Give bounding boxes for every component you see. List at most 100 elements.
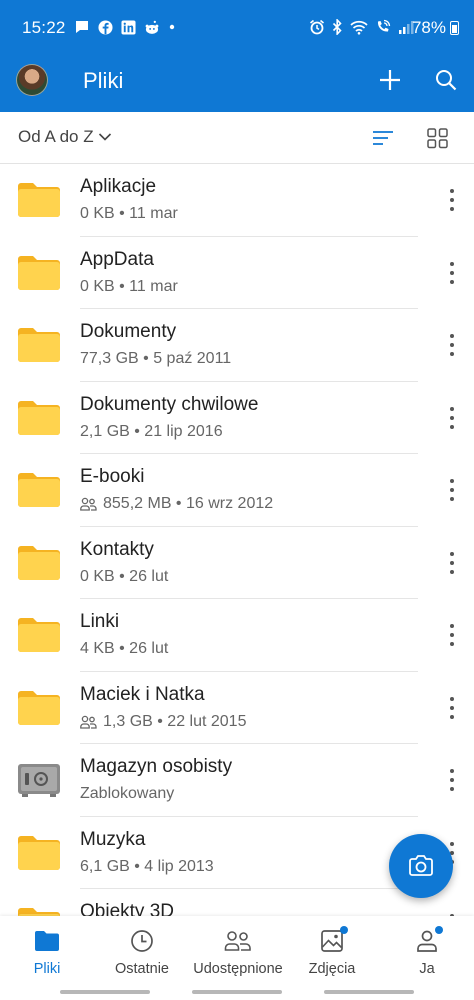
more-dot bbox=[450, 633, 454, 637]
file-meta: Zablokowany bbox=[80, 785, 418, 803]
list-item[interactable]: Aplikacje 0 KB • 11 mar bbox=[0, 164, 474, 237]
file-name: Kontakty bbox=[80, 538, 154, 560]
gesture-bar bbox=[192, 990, 282, 994]
chat-icon bbox=[76, 21, 88, 33]
list-view-icon bbox=[373, 131, 393, 145]
app-bar: Pliki bbox=[0, 56, 474, 112]
folder-icon bbox=[18, 835, 60, 870]
file-meta-text: 0 KB • 26 lut bbox=[80, 567, 169, 585]
reddit-icon bbox=[145, 20, 159, 34]
status-battery-percent: 78% bbox=[411, 18, 446, 37]
list-item[interactable]: Dokumenty chwilowe 2,1 GB • 21 lip 2016 bbox=[0, 382, 474, 454]
header: 15:22 78% Pliki bbox=[0, 0, 474, 112]
facebook-icon bbox=[98, 19, 113, 35]
nav-label: Zdjęcia bbox=[308, 961, 356, 977]
file-text: E-booki 855,2 MB • 16 wrz 2012 bbox=[80, 466, 418, 527]
more-options-button[interactable] bbox=[444, 621, 460, 649]
screen: 15:22 78% Pliki Od A do Z Aplikacje 0 KB… bbox=[0, 0, 474, 1000]
more-dot bbox=[450, 479, 454, 483]
file-meta-text: 77,3 GB • 5 paź 2011 bbox=[80, 350, 232, 367]
nav-zdjecia[interactable]: Zdjęcia bbox=[302, 916, 362, 986]
more-dot bbox=[450, 841, 454, 846]
clock-icon bbox=[131, 930, 153, 952]
search-icon bbox=[436, 70, 457, 91]
camera-scan-button[interactable] bbox=[389, 834, 453, 898]
list-item[interactable]: Magazyn osobisty Zablokowany bbox=[0, 744, 474, 817]
people-icon bbox=[224, 931, 251, 951]
file-meta: 6,1 GB • 4 lip 2013 bbox=[80, 858, 418, 876]
vault-icon bbox=[18, 764, 60, 797]
file-name: Linki bbox=[80, 611, 120, 632]
wifi-call-icon bbox=[377, 19, 391, 32]
file-meta: 0 KB • 11 mar bbox=[80, 278, 418, 296]
file-icon-wrap bbox=[17, 472, 61, 508]
file-meta: 2,1 GB • 21 lip 2016 bbox=[80, 423, 418, 441]
file-icon-wrap bbox=[17, 400, 61, 436]
add-button[interactable] bbox=[372, 62, 408, 98]
more-dot bbox=[450, 714, 454, 719]
file-icon-wrap bbox=[17, 617, 61, 653]
list-item[interactable]: Maciek i Natka 1,3 GB • 22 lut 2015 bbox=[0, 672, 474, 744]
more-dot bbox=[450, 497, 454, 501]
file-meta: 0 KB • 11 mar bbox=[80, 205, 418, 223]
sort-label: Od A do Z bbox=[18, 127, 94, 146]
sort-dropdown[interactable]: Od A do Z bbox=[18, 127, 112, 147]
grid-view-icon bbox=[427, 128, 448, 149]
file-text: Dokumenty 77,3 GB • 5 paź 2011 bbox=[80, 321, 418, 382]
more-dot bbox=[450, 569, 454, 574]
more-options-button[interactable] bbox=[444, 766, 460, 794]
file-name: Muzyka bbox=[80, 828, 146, 850]
more-options-button[interactable] bbox=[444, 694, 460, 722]
file-icon-wrap bbox=[17, 690, 61, 726]
more-options-button[interactable] bbox=[444, 404, 460, 432]
more-dot bbox=[450, 560, 454, 565]
search-button[interactable] bbox=[428, 62, 464, 98]
folder-icon bbox=[18, 255, 60, 290]
more-dot bbox=[450, 334, 454, 338]
nav-label: Ja bbox=[419, 961, 435, 977]
file-meta-text: 855,2 MB • 16 wrz 2012 bbox=[103, 495, 274, 512]
more-dot bbox=[450, 343, 454, 347]
more-options-button[interactable] bbox=[444, 549, 460, 577]
battery-icon bbox=[450, 21, 459, 35]
more-options-button[interactable] bbox=[444, 476, 460, 504]
more-options-button[interactable] bbox=[444, 259, 460, 287]
list-item[interactable]: E-booki 855,2 MB • 16 wrz 2012 bbox=[0, 454, 474, 527]
file-text: Magazyn osobisty Zablokowany bbox=[80, 756, 418, 817]
more-dot bbox=[450, 778, 454, 782]
more-options-button[interactable] bbox=[444, 331, 460, 359]
nav-ostatnie[interactable]: Ostatnie bbox=[108, 916, 176, 986]
more-options-button[interactable] bbox=[444, 186, 460, 214]
more-dot bbox=[450, 415, 454, 420]
file-icon-wrap bbox=[17, 835, 61, 871]
avatar[interactable] bbox=[16, 64, 48, 96]
folder-icon bbox=[18, 328, 60, 362]
more-dot bbox=[450, 279, 454, 284]
folder-icon bbox=[18, 545, 60, 580]
nav-label: Pliki bbox=[33, 961, 61, 977]
list-view-button[interactable] bbox=[370, 126, 396, 150]
list-item[interactable]: Kontakty 0 KB • 26 lut bbox=[0, 527, 474, 599]
folder-icon bbox=[18, 690, 60, 725]
nav-ja[interactable]: Ja bbox=[398, 916, 456, 986]
nav-label: Udostępnione bbox=[193, 961, 283, 977]
shared-icon bbox=[80, 715, 97, 729]
list-item[interactable]: Linki 4 KB • 26 lut bbox=[0, 599, 474, 672]
more-dot bbox=[450, 705, 454, 710]
nav-udostepnione[interactable]: Udostępnione bbox=[188, 916, 288, 986]
linkedin-icon bbox=[121, 19, 136, 35]
more-dot bbox=[450, 642, 454, 646]
folder-icon bbox=[18, 183, 60, 217]
camera-icon bbox=[409, 855, 433, 876]
bluetooth-icon bbox=[332, 19, 342, 35]
nav-pliki[interactable]: Pliki bbox=[18, 916, 76, 986]
more-dot bbox=[450, 787, 454, 791]
list-item[interactable]: Dokumenty 77,3 GB • 5 paź 2011 bbox=[0, 309, 474, 382]
more-dot bbox=[450, 551, 454, 556]
folder-icon bbox=[35, 931, 59, 951]
file-name: Maciek i Natka bbox=[80, 683, 205, 705]
sort-bar: Od A do Z bbox=[0, 112, 474, 164]
list-item[interactable]: AppData 0 KB • 11 mar bbox=[0, 237, 474, 309]
notification-badge bbox=[435, 926, 443, 934]
grid-view-button[interactable] bbox=[425, 126, 451, 150]
